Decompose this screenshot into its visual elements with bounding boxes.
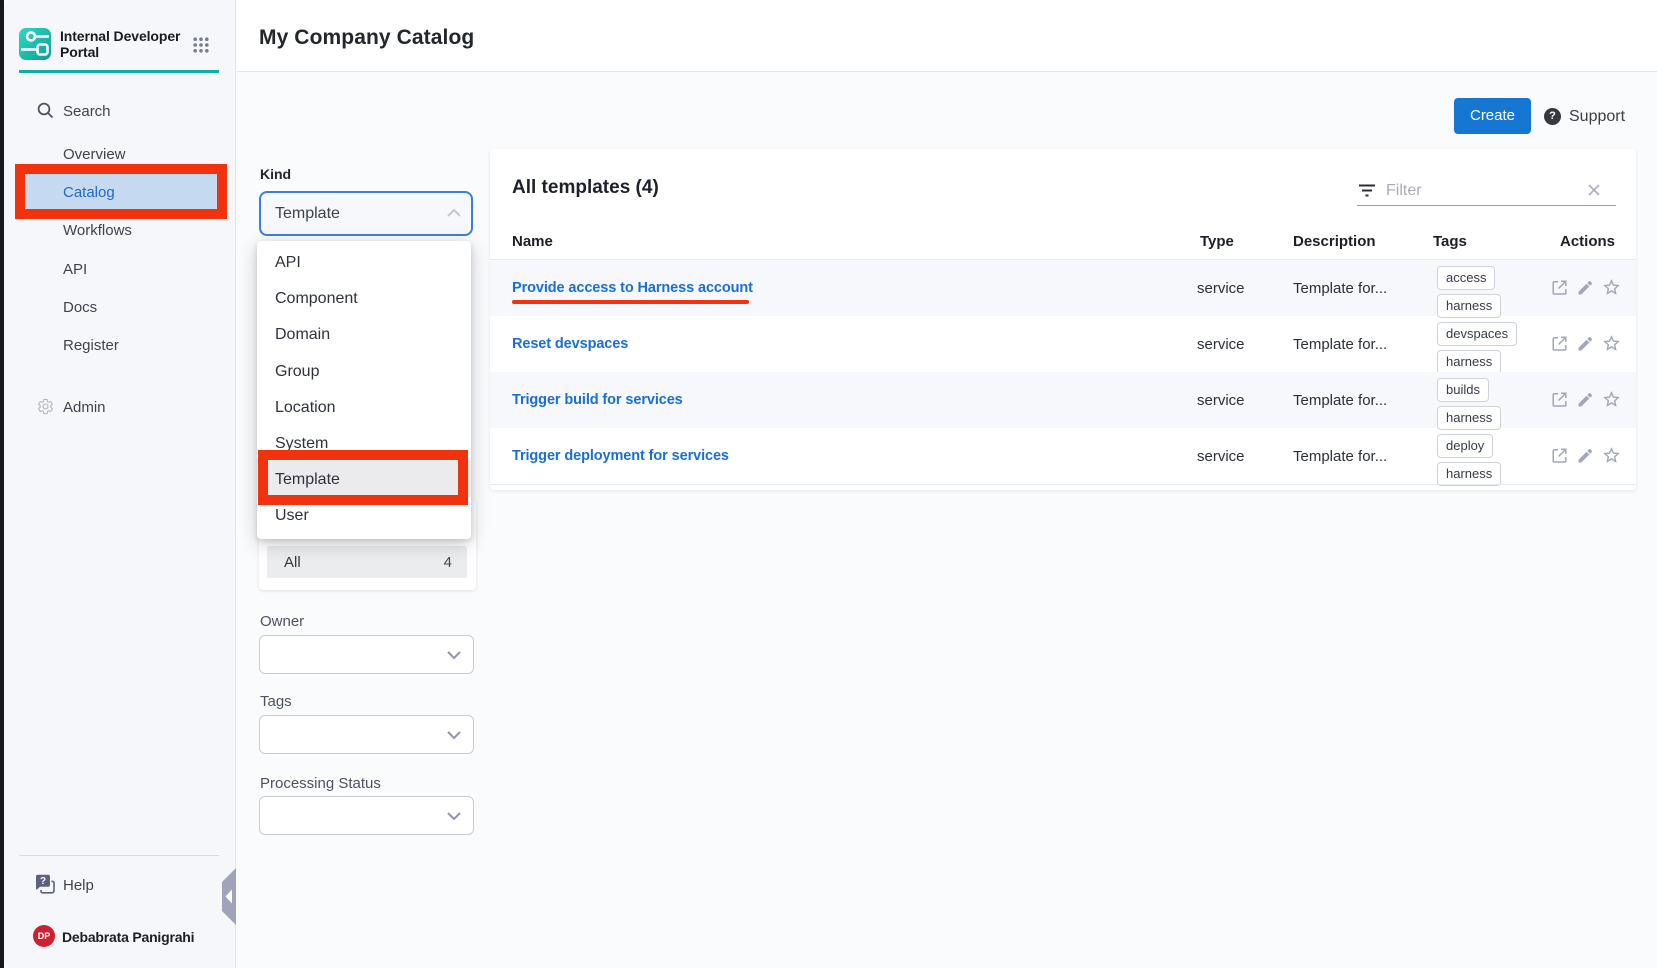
svg-text:?: ? <box>40 876 46 887</box>
